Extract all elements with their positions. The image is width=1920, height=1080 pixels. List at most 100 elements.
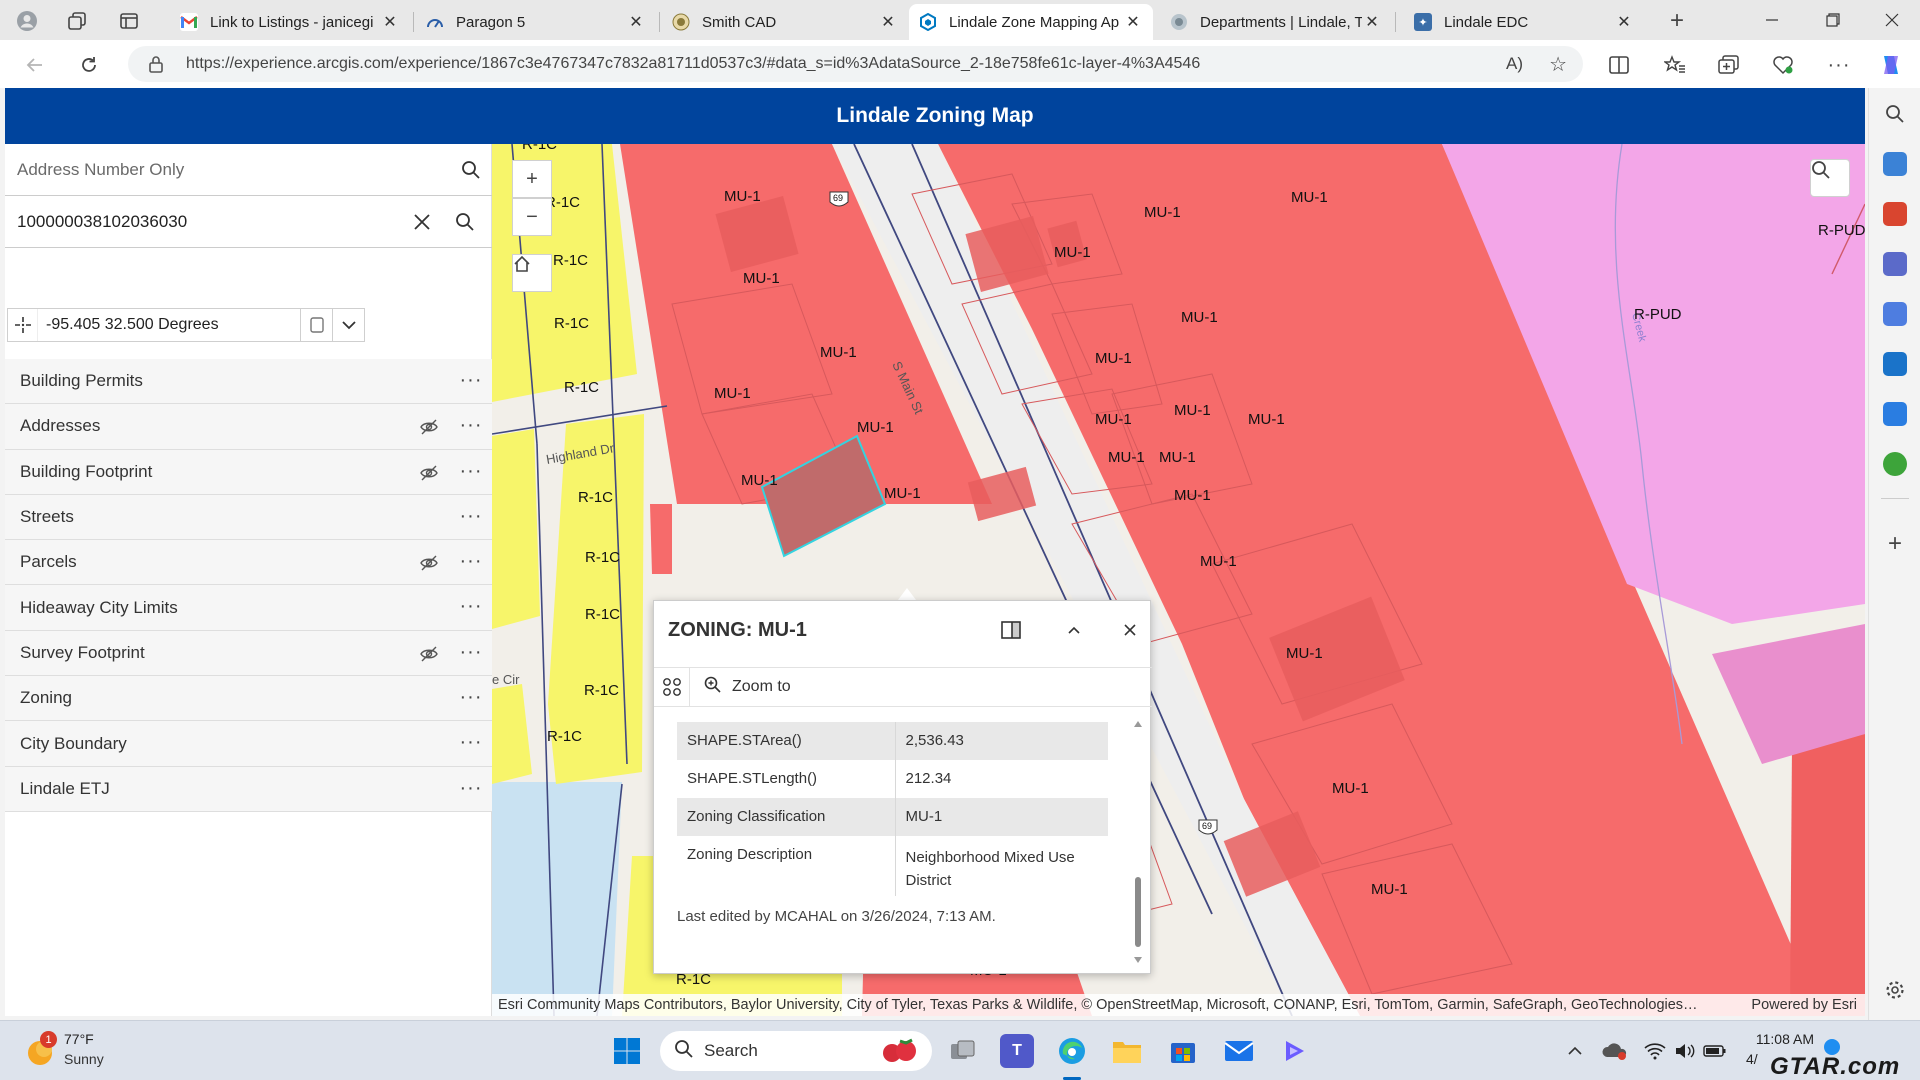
tab-listings[interactable]: Link to Listings - janicegi ✕	[170, 4, 410, 40]
powered-by-esri-link[interactable]: Powered by Esri	[1737, 997, 1865, 1013]
close-tab-icon[interactable]: ✕	[380, 12, 400, 32]
clear-icon[interactable]	[408, 208, 436, 236]
wifi-icon[interactable]	[1638, 1034, 1672, 1068]
tab-actions-icon[interactable]	[116, 8, 142, 34]
crosshair-icon[interactable]	[8, 309, 38, 341]
weather-widget[interactable]: 1	[24, 1031, 60, 1069]
visibility-off-icon[interactable]	[419, 417, 439, 437]
layer-item[interactable]: Building Footprint ···	[5, 449, 492, 495]
layer-item[interactable]: Streets ···	[5, 494, 492, 541]
chevron-down-icon[interactable]	[332, 309, 364, 341]
file-explorer-icon[interactable]	[1110, 1034, 1144, 1068]
zoom-to-button[interactable]: Zoom to	[700, 676, 791, 699]
shopping-tag-icon[interactable]	[1883, 152, 1907, 176]
minimize-icon[interactable]	[1752, 6, 1792, 34]
map-search-icon[interactable]	[1810, 159, 1850, 197]
outlook-icon[interactable]	[1883, 352, 1907, 376]
lock-icon[interactable]	[148, 55, 164, 78]
dock-popup-icon[interactable]	[996, 615, 1026, 645]
search-icon[interactable]	[457, 156, 485, 184]
collections-icon[interactable]	[1714, 50, 1744, 80]
layer-item[interactable]: Building Permits ···	[5, 359, 492, 405]
back-icon[interactable]	[20, 50, 50, 80]
tab-lindale-zone-mapping[interactable]: Lindale Zone Mapping Ap ✕	[909, 4, 1153, 40]
visibility-off-icon[interactable]	[419, 644, 439, 664]
layer-item[interactable]: Lindale ETJ ···	[5, 766, 492, 812]
more-options-icon[interactable]: ···	[459, 415, 483, 435]
more-options-icon[interactable]: ···	[459, 506, 483, 526]
add-sidebar-item-icon[interactable]: +	[1883, 530, 1907, 557]
new-tab-icon[interactable]: +	[1664, 7, 1690, 34]
more-options-icon[interactable]: ···	[459, 461, 483, 481]
clipchamp-icon[interactable]	[1277, 1034, 1311, 1068]
zoom-in-icon[interactable]: +	[512, 160, 552, 198]
grid-actions-icon[interactable]	[654, 667, 690, 707]
chevron-up-icon[interactable]	[1558, 1034, 1592, 1068]
onedrive-icon[interactable]	[1598, 1034, 1632, 1068]
windows-start-icon[interactable]	[610, 1034, 644, 1068]
teams-icon[interactable]: T	[1000, 1034, 1034, 1068]
close-tab-icon[interactable]: ✕	[626, 12, 646, 32]
sidebar-settings-icon[interactable]	[1883, 978, 1907, 1002]
close-tab-icon[interactable]: ✕	[878, 12, 898, 32]
parcel-search-input[interactable]: 100000038102036030	[5, 196, 492, 248]
copy-icon[interactable]	[300, 309, 332, 341]
sidebar-search-icon[interactable]	[1883, 102, 1907, 126]
volume-icon[interactable]	[1668, 1034, 1702, 1068]
read-aloud-icon[interactable]: A)	[1506, 54, 1523, 74]
microsoft-store-icon[interactable]	[1166, 1034, 1200, 1068]
layer-item[interactable]: Hideaway City Limits ···	[5, 585, 492, 631]
layer-item[interactable]: Survey Footprint ···	[5, 630, 492, 677]
more-options-icon[interactable]: ···	[459, 732, 483, 752]
search-icon[interactable]	[451, 208, 479, 236]
restore-icon[interactable]	[1813, 6, 1853, 34]
layer-item[interactable]: Addresses ···	[5, 404, 492, 450]
close-window-icon[interactable]	[1872, 6, 1912, 34]
edge-browser-icon[interactable]	[1055, 1034, 1089, 1068]
profile-icon[interactable]	[14, 8, 40, 34]
close-tab-icon[interactable]: ✕	[1362, 12, 1382, 32]
tab-paragon[interactable]: Paragon 5 ✕	[416, 4, 656, 40]
layer-item[interactable]: City Boundary ···	[5, 721, 492, 767]
tab-smith-cad[interactable]: Smith CAD ✕	[662, 4, 908, 40]
zoom-out-icon[interactable]: −	[512, 198, 552, 236]
favorite-star-icon[interactable]: ☆	[1549, 52, 1567, 77]
tab-departments[interactable]: Departments | Lindale, Tx ✕	[1160, 4, 1392, 40]
layer-item[interactable]: Parcels ···	[5, 540, 492, 586]
visibility-off-icon[interactable]	[419, 463, 439, 483]
favorites-icon[interactable]	[1660, 50, 1690, 80]
more-options-icon[interactable]: ···	[459, 687, 483, 707]
games-icon[interactable]	[1883, 252, 1907, 276]
tools-icon[interactable]	[1883, 202, 1907, 226]
close-popup-icon[interactable]	[1115, 615, 1145, 645]
battery-icon[interactable]	[1698, 1034, 1732, 1068]
mail-icon[interactable]	[1222, 1034, 1256, 1068]
workspaces-icon[interactable]	[64, 8, 90, 34]
send-icon[interactable]	[1883, 402, 1907, 426]
copilot-icon[interactable]	[1876, 50, 1906, 80]
layer-item[interactable]: Zoning ···	[5, 676, 492, 722]
collapse-chevron-icon[interactable]	[1059, 615, 1089, 645]
more-options-icon[interactable]: ···	[459, 370, 483, 390]
clock-time[interactable]: 11:08 AM	[1734, 1031, 1814, 1047]
tab-lindale-edc[interactable]: ✦ Lindale EDC ✕	[1404, 4, 1644, 40]
popup-scrollbar[interactable]	[1132, 717, 1144, 967]
visibility-off-icon[interactable]	[419, 553, 439, 573]
browser-essentials-icon[interactable]	[1768, 50, 1798, 80]
split-screen-icon[interactable]	[1604, 50, 1634, 80]
more-options-icon[interactable]: ···	[459, 596, 483, 616]
address-search-input[interactable]: Address Number Only	[5, 144, 492, 196]
task-view-icon[interactable]	[946, 1034, 980, 1068]
more-options-icon[interactable]: ···	[459, 778, 483, 798]
address-bar[interactable]: https://experience.arcgis.com/experience…	[128, 46, 1583, 82]
microsoft-365-icon[interactable]	[1883, 302, 1907, 326]
tree-icon[interactable]	[1883, 452, 1907, 476]
taskbar-search[interactable]: Search	[660, 1031, 932, 1071]
more-options-icon[interactable]: ···	[1824, 50, 1854, 80]
close-tab-icon[interactable]: ✕	[1123, 12, 1143, 32]
home-icon[interactable]	[512, 254, 552, 292]
more-options-icon[interactable]: ···	[459, 551, 483, 571]
more-options-icon[interactable]: ···	[459, 642, 483, 662]
close-tab-icon[interactable]: ✕	[1614, 12, 1634, 32]
refresh-icon[interactable]	[74, 50, 104, 80]
